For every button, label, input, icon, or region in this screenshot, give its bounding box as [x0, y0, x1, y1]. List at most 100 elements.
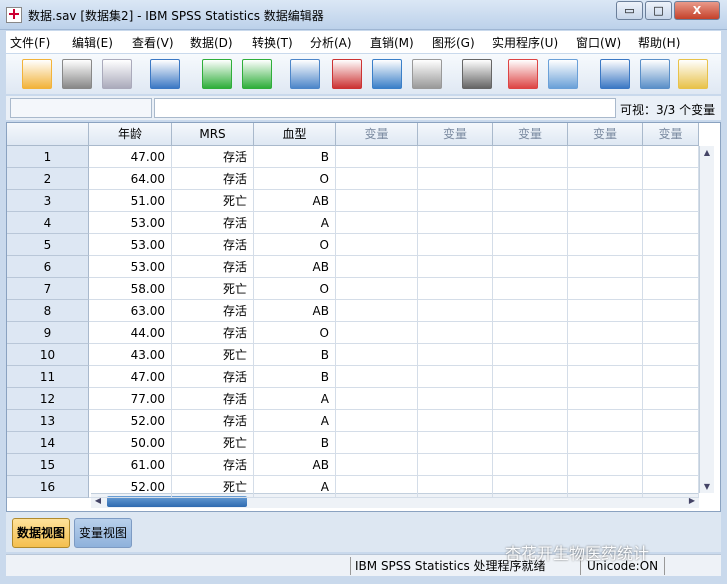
table-cell[interactable]: 存活: [172, 168, 254, 190]
table-cell[interactable]: 存活: [172, 366, 254, 388]
menu-item[interactable]: 转换(T): [252, 34, 293, 51]
table-cell[interactable]: [418, 476, 493, 498]
table-cell[interactable]: [418, 146, 493, 168]
table-cell[interactable]: [493, 190, 568, 212]
row-header[interactable]: 1: [7, 146, 89, 168]
menu-item[interactable]: 编辑(E): [72, 34, 113, 51]
table-cell[interactable]: [336, 344, 418, 366]
table-cell[interactable]: [493, 212, 568, 234]
row-header[interactable]: 2: [7, 168, 89, 190]
table-cell[interactable]: [418, 344, 493, 366]
table-cell[interactable]: [336, 234, 418, 256]
table-cell[interactable]: 存活: [172, 256, 254, 278]
table-cell[interactable]: 53.00: [89, 256, 172, 278]
column-header[interactable]: 血型: [254, 123, 336, 146]
table-cell[interactable]: [493, 366, 568, 388]
table-cell[interactable]: 47.00: [89, 366, 172, 388]
table-cell[interactable]: [568, 322, 643, 344]
select-cases-icon[interactable]: [678, 59, 708, 89]
table-cell[interactable]: A: [254, 388, 336, 410]
table-cell[interactable]: 死亡: [172, 278, 254, 300]
table-cell[interactable]: 61.00: [89, 454, 172, 476]
table-cell[interactable]: [568, 256, 643, 278]
table-cell[interactable]: [418, 234, 493, 256]
table-cell[interactable]: [336, 410, 418, 432]
row-header[interactable]: 11: [7, 366, 89, 388]
undo-icon[interactable]: [202, 59, 232, 89]
table-cell[interactable]: 50.00: [89, 432, 172, 454]
table-cell[interactable]: [493, 322, 568, 344]
table-cell[interactable]: [643, 432, 699, 454]
table-cell[interactable]: [568, 168, 643, 190]
table-cell[interactable]: 44.00: [89, 322, 172, 344]
table-cell[interactable]: [568, 454, 643, 476]
table-cell[interactable]: 死亡: [172, 432, 254, 454]
table-cell[interactable]: O: [254, 234, 336, 256]
recall-dialog-icon[interactable]: [150, 59, 180, 89]
table-cell[interactable]: A: [254, 476, 336, 498]
table-cell[interactable]: AB: [254, 454, 336, 476]
find-icon[interactable]: [462, 59, 492, 89]
table-cell[interactable]: [493, 300, 568, 322]
table-cell[interactable]: [643, 278, 699, 300]
table-cell[interactable]: [418, 322, 493, 344]
split-file-icon[interactable]: [600, 59, 630, 89]
table-cell[interactable]: B: [254, 366, 336, 388]
menu-item[interactable]: 实用程序(U): [492, 34, 558, 51]
table-cell[interactable]: [418, 256, 493, 278]
column-header[interactable]: 年龄: [89, 123, 172, 146]
column-header[interactable]: MRS: [172, 123, 254, 146]
menu-item[interactable]: 文件(F): [10, 34, 50, 51]
table-cell[interactable]: B: [254, 146, 336, 168]
table-cell[interactable]: 53.00: [89, 212, 172, 234]
table-cell[interactable]: 43.00: [89, 344, 172, 366]
table-cell[interactable]: [568, 476, 643, 498]
table-cell[interactable]: 52.00: [89, 410, 172, 432]
column-header[interactable]: 变量: [643, 123, 699, 146]
table-cell[interactable]: [643, 476, 699, 498]
tab-variable-view[interactable]: 变量视图: [74, 518, 133, 548]
table-cell[interactable]: [493, 454, 568, 476]
table-cell[interactable]: A: [254, 410, 336, 432]
run-descriptives-icon[interactable]: [412, 59, 442, 89]
table-cell[interactable]: B: [254, 432, 336, 454]
menu-item[interactable]: 窗口(W): [576, 34, 621, 51]
table-cell[interactable]: [643, 146, 699, 168]
table-cell[interactable]: [493, 388, 568, 410]
table-cell[interactable]: [643, 454, 699, 476]
table-cell[interactable]: O: [254, 168, 336, 190]
table-cell[interactable]: 存活: [172, 146, 254, 168]
table-cell[interactable]: 存活: [172, 454, 254, 476]
table-cell[interactable]: AB: [254, 190, 336, 212]
table-cell[interactable]: [418, 278, 493, 300]
menu-item[interactable]: 分析(A): [310, 34, 352, 51]
row-header[interactable]: 5: [7, 234, 89, 256]
table-cell[interactable]: [643, 190, 699, 212]
table-cell[interactable]: [493, 476, 568, 498]
table-cell[interactable]: 存活: [172, 410, 254, 432]
scroll-down-icon[interactable]: ▼: [700, 482, 714, 491]
row-header[interactable]: 4: [7, 212, 89, 234]
table-cell[interactable]: 死亡: [172, 344, 254, 366]
table-cell[interactable]: [493, 410, 568, 432]
table-cell[interactable]: [336, 432, 418, 454]
table-cell[interactable]: [493, 432, 568, 454]
table-cell[interactable]: 47.00: [89, 146, 172, 168]
table-cell[interactable]: 存活: [172, 300, 254, 322]
column-header[interactable]: 变量: [568, 123, 643, 146]
table-cell[interactable]: AB: [254, 256, 336, 278]
table-cell[interactable]: [336, 300, 418, 322]
table-cell[interactable]: [643, 344, 699, 366]
table-cell[interactable]: 存活: [172, 322, 254, 344]
table-cell[interactable]: AB: [254, 300, 336, 322]
table-cell[interactable]: 64.00: [89, 168, 172, 190]
table-cell[interactable]: [643, 366, 699, 388]
scroll-up-icon[interactable]: ▲: [700, 148, 714, 157]
table-cell[interactable]: B: [254, 344, 336, 366]
menu-item[interactable]: 直销(M): [370, 34, 414, 51]
table-cell[interactable]: [568, 234, 643, 256]
menu-item[interactable]: 数据(D): [190, 34, 233, 51]
tab-data-view[interactable]: 数据视图: [12, 518, 71, 548]
row-header[interactable]: 8: [7, 300, 89, 322]
table-cell[interactable]: [568, 300, 643, 322]
